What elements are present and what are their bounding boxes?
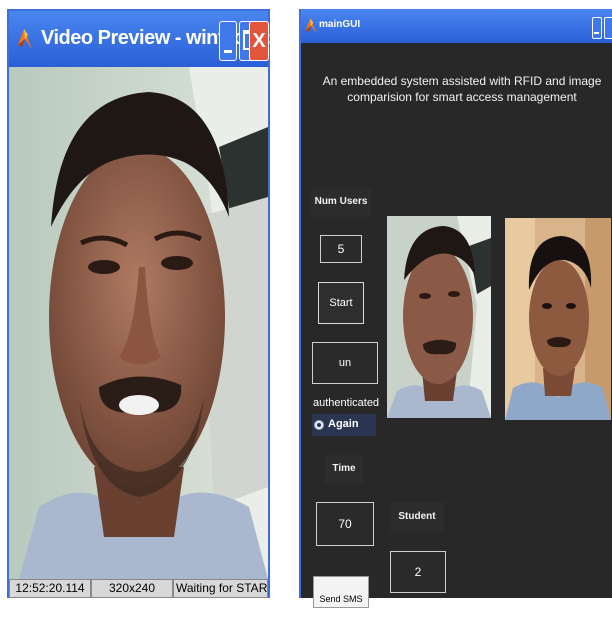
reference-photo <box>505 218 611 420</box>
time-label: Time <box>325 455 363 483</box>
num-users-field[interactable]: 5 <box>320 235 362 263</box>
main-gui-titlebar[interactable]: mainGUI <box>301 9 612 43</box>
video-preview-window: Video Preview - winvideo:1 X 12:52:20.11… <box>7 9 285 598</box>
video-frame-image <box>9 67 268 579</box>
close-button[interactable]: X <box>249 21 269 61</box>
matlab-logo-icon <box>305 18 317 34</box>
minimize-button[interactable] <box>219 21 237 61</box>
auth-status-field: un authenticated <box>312 342 379 409</box>
send-sms-button[interactable]: Send SMS <box>313 576 369 608</box>
again-radio-label: Again <box>328 418 359 430</box>
status-message: Waiting for START. <box>173 579 268 598</box>
again-radio[interactable]: Again <box>312 414 376 436</box>
main-gui-title: mainGUI <box>319 19 361 30</box>
minimize-button[interactable] <box>592 17 602 39</box>
student-label: Student <box>390 502 444 532</box>
status-resolution: 320x240 <box>91 579 173 598</box>
status-bar: 12:52:20.114 320x240 Waiting for START. <box>9 579 268 598</box>
main-gui-window: mainGUI An embedded system assisted with… <box>299 9 612 608</box>
radio-button-icon[interactable] <box>314 420 324 430</box>
matlab-logo-icon <box>18 29 32 49</box>
video-feed <box>9 67 268 579</box>
gui-heading: An embedded system assisted with RFID an… <box>322 74 602 104</box>
num-users-label: Num Users <box>311 187 371 217</box>
status-time: 12:52:20.114 <box>9 579 91 598</box>
start-button[interactable]: Start <box>318 282 364 324</box>
student-field: 2 <box>390 551 446 593</box>
captured-photo <box>387 216 491 418</box>
time-field: 70 <box>316 502 374 546</box>
maximize-button[interactable] <box>604 17 612 39</box>
video-preview-titlebar[interactable]: Video Preview - winvideo:1 X <box>9 11 285 67</box>
